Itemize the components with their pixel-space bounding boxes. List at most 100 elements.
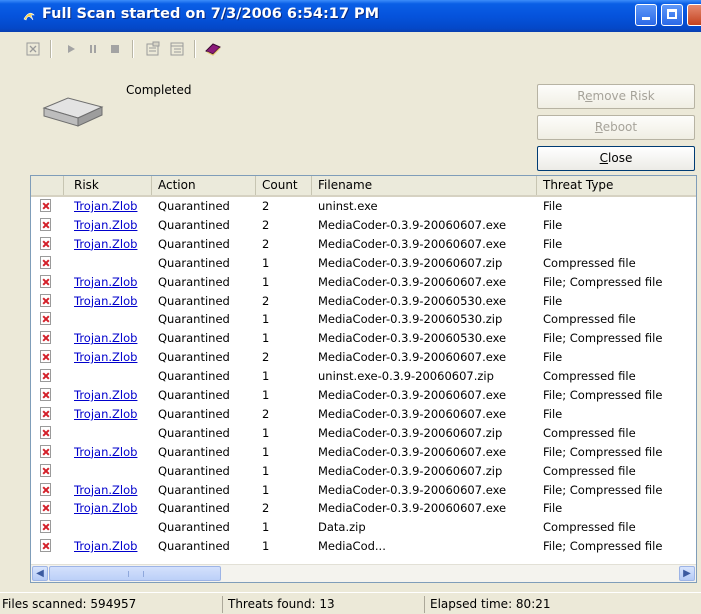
table-row[interactable]: Trojan.Zlob Quarantined 2 MediaCoder-0.3.9-…	[31, 499, 696, 518]
threat-type-cell: File; Compressed file	[543, 539, 663, 554]
filename-cell: uninst.exe-0.3.9-20060607.zip	[318, 369, 494, 384]
table-row[interactable]: Trojan.Zlob Quarantined 1 MediaCoder-0.3.9-…	[31, 386, 696, 405]
risk-link[interactable]: Trojan.Zlob	[74, 348, 154, 367]
risk-link[interactable]: Trojan.Zlob	[74, 481, 154, 500]
toolbar-separator	[132, 40, 134, 58]
risk-link[interactable]: Trojan.Zlob	[74, 197, 154, 216]
table-row[interactable]: Trojan.Zlob Quarantined 2 MediaCoder-0.3.9-…	[31, 292, 696, 311]
threat-type-cell: File	[543, 217, 563, 232]
filename-cell: MediaCod...	[318, 539, 386, 554]
risk-link[interactable]: Trojan.Zlob	[74, 235, 154, 254]
maximize-button[interactable]	[661, 4, 683, 26]
filename-cell: MediaCoder-0.3.9-20060530.exe	[318, 293, 507, 308]
column-header-risk[interactable]: Risk	[64, 176, 152, 195]
count-cell: 1	[262, 255, 270, 270]
count-cell: 2	[262, 350, 270, 365]
action-cell: Quarantined	[158, 199, 230, 213]
properties-icon[interactable]	[144, 40, 162, 58]
count-cell: 1	[262, 463, 270, 478]
book-icon[interactable]	[204, 40, 222, 58]
filename-cell: MediaCoder-0.3.9-20060607.zip	[318, 463, 503, 478]
action-cell: Quarantined	[158, 501, 230, 516]
threat-type-cell: File; Compressed file	[543, 331, 663, 346]
table-row[interactable]: Quarantined 1 MediaCoder-0.3.9-20060607.zi…	[31, 462, 696, 481]
threat-type-cell: File; Compressed file	[543, 274, 663, 289]
table-row[interactable]: Trojan.Zlob Quarantined 1 MediaCoder-0.3.9-…	[31, 273, 696, 292]
risk-link[interactable]: Trojan.Zlob	[74, 537, 154, 556]
pause-icon[interactable]	[84, 40, 102, 58]
table-row[interactable]: Quarantined 1 Data.zip Compressed file	[31, 518, 696, 537]
table-row[interactable]: Trojan.Zlob Quarantined 2 MediaCoder-0.3.9-…	[31, 235, 696, 254]
table-row[interactable]: Quarantined 1 uninst.exe-0.3.9-20060607.zi…	[31, 367, 696, 386]
close-label-post: lose	[608, 151, 633, 165]
table-row[interactable]: Trojan.Zlob Quarantined 2 MediaCoder-0.3.9-…	[31, 216, 696, 235]
risk-link[interactable]: Trojan.Zlob	[74, 292, 154, 311]
filename-cell: Data.zip	[318, 520, 366, 535]
minimize-button[interactable]	[635, 4, 657, 26]
scroll-left-icon[interactable]: ◀	[32, 566, 48, 581]
status-bar: Files scanned: 594957 Threats found: 13 …	[0, 592, 701, 614]
count-cell: 1	[262, 312, 270, 327]
hard-drive-icon	[42, 97, 104, 127]
threat-x-icon	[40, 520, 51, 534]
play-icon[interactable]	[62, 40, 80, 58]
threat-x-icon	[40, 236, 51, 250]
column-header-threat-type[interactable]: Threat Type	[537, 176, 696, 195]
stop-icon[interactable]	[106, 40, 124, 58]
risk-link[interactable]: Trojan.Zlob	[74, 443, 154, 462]
column-header-count[interactable]: Count	[256, 176, 312, 195]
column-header-icon[interactable]	[31, 176, 64, 195]
close-button[interactable]: Close	[537, 146, 695, 171]
details-icon[interactable]	[168, 40, 186, 58]
title-bar[interactable]: Full Scan started on 7/3/2006 6:54:17 PM	[0, 0, 701, 32]
count-cell: 2	[262, 217, 270, 232]
threat-x-icon	[40, 425, 51, 439]
risk-link[interactable]: Trojan.Zlob	[74, 273, 154, 292]
risk-link[interactable]: Trojan.Zlob	[74, 405, 154, 424]
table-row[interactable]: Quarantined 1 MediaCoder-0.3.9-20060607.zi…	[31, 254, 696, 273]
threat-type-cell: Compressed file	[543, 255, 636, 270]
table-row[interactable]: Trojan.Zlob Quarantined 2 uninst.exe File	[31, 197, 696, 216]
results-list[interactable]: Risk Action Count Filename Threat Type T…	[30, 175, 697, 583]
scan-status: Completed	[126, 83, 192, 97]
table-row[interactable]: Trojan.Zlob Quarantined 1 MediaCoder-0.3.9-…	[31, 481, 696, 500]
table-row[interactable]: Trojan.Zlob Quarantined 2 MediaCoder-0.3.9-…	[31, 348, 696, 367]
filename-cell: MediaCoder-0.3.9-20060607.exe	[318, 217, 507, 232]
risk-link[interactable]: Trojan.Zlob	[74, 386, 154, 405]
table-row[interactable]: Quarantined 1 MediaCoder-0.3.9-20060530.zi…	[31, 310, 696, 329]
threat-x-icon	[40, 482, 51, 496]
count-cell: 2	[262, 236, 270, 251]
threat-type-cell: File	[543, 406, 563, 421]
table-row[interactable]: Trojan.Zlob Quarantined 1 MediaCod... File; …	[31, 537, 696, 556]
horizontal-scrollbar[interactable]: ◀ ▶	[31, 564, 696, 582]
close-window-button[interactable]	[687, 4, 701, 26]
remove-risk-button[interactable]: Remove Risk	[537, 84, 695, 109]
column-header-filename[interactable]: Filename	[312, 176, 537, 195]
threat-x-icon	[40, 350, 51, 364]
action-cell: Quarantined	[158, 369, 230, 384]
table-row[interactable]: Quarantined 1 MediaCoder-0.3.9-20060607.zi…	[31, 424, 696, 443]
reboot-button[interactable]: Reboot	[537, 115, 695, 140]
scroll-thumb[interactable]	[49, 566, 221, 581]
delete-icon[interactable]	[24, 40, 42, 58]
table-row[interactable]: Trojan.Zlob Quarantined 1 MediaCoder-0.3.9-…	[31, 329, 696, 348]
action-cell: Quarantined	[158, 388, 230, 402]
risk-link[interactable]: Trojan.Zlob	[74, 216, 154, 235]
action-cell: Quarantined	[158, 236, 230, 251]
table-row[interactable]: Trojan.Zlob Quarantined 2 MediaCoder-0.3.9-…	[31, 405, 696, 424]
scroll-right-icon[interactable]: ▶	[679, 566, 695, 581]
window-title: Full Scan started on 7/3/2006 6:54:17 PM	[42, 6, 380, 22]
table-row[interactable]: Trojan.Zlob Quarantined 1 MediaCoder-0.3.9-…	[31, 443, 696, 462]
threat-x-icon	[40, 406, 51, 420]
risk-link[interactable]: Trojan.Zlob	[74, 329, 154, 348]
elapsed-time: Elapsed time: 80:21	[424, 596, 551, 613]
threat-type-cell: File	[543, 350, 563, 365]
count-cell: 1	[262, 425, 270, 440]
column-header-action[interactable]: Action	[152, 176, 256, 195]
risk-link[interactable]: Trojan.Zlob	[74, 499, 154, 518]
threat-type-cell: File	[543, 236, 563, 251]
filename-cell: MediaCoder-0.3.9-20060607.exe	[318, 444, 507, 459]
toolbar	[0, 36, 701, 62]
count-cell: 1	[262, 482, 270, 497]
action-cell: Quarantined	[158, 539, 230, 554]
